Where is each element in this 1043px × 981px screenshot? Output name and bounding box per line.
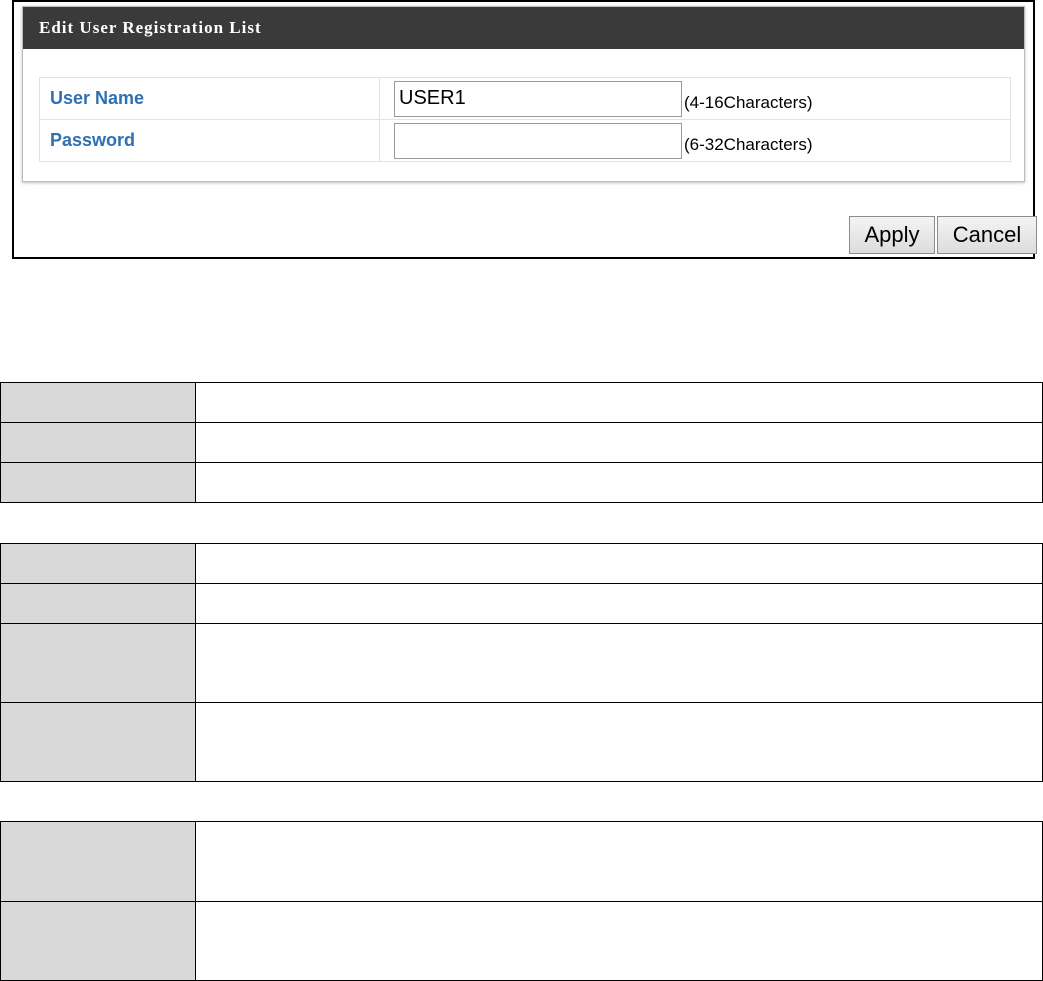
- description-value-cell: [195, 462, 1043, 503]
- description-key-cell: [0, 422, 196, 463]
- description-value-cell: [195, 623, 1043, 703]
- description-row: [0, 623, 1043, 703]
- description-value-cell: [195, 901, 1043, 981]
- apply-button[interactable]: Apply: [849, 216, 935, 254]
- user-form-table: User Name (4-16Characters) Password (6-3…: [39, 77, 1011, 162]
- password-input[interactable]: [394, 122, 682, 159]
- description-table-2: [0, 543, 1043, 782]
- description-row: [0, 543, 1043, 584]
- description-key-cell: [0, 821, 196, 902]
- description-row: [0, 422, 1043, 463]
- username-value-cell: (4-16Characters): [379, 77, 1011, 120]
- description-value-cell: [195, 422, 1043, 463]
- screenshot-frame: Edit User Registration List User Name (4…: [12, 0, 1037, 259]
- username-hint: (4-16Characters): [684, 92, 813, 112]
- password-value-cell: (6-32Characters): [379, 119, 1011, 162]
- cancel-button[interactable]: Cancel: [937, 216, 1037, 254]
- description-value-cell: [195, 821, 1043, 902]
- description-row: [0, 382, 1043, 423]
- description-key-cell: [0, 583, 196, 624]
- description-table-3: [0, 821, 1043, 981]
- description-row: [0, 583, 1043, 624]
- description-row: [0, 821, 1043, 902]
- description-row: [0, 462, 1043, 503]
- description-row: [0, 702, 1043, 782]
- username-label: User Name: [39, 77, 380, 120]
- description-table-1: [0, 382, 1043, 503]
- description-value-cell: [195, 382, 1043, 423]
- description-key-cell: [0, 543, 196, 584]
- password-hint: (6-32Characters): [684, 134, 813, 154]
- description-row: [0, 901, 1043, 981]
- description-key-cell: [0, 462, 196, 503]
- description-key-cell: [0, 702, 196, 782]
- username-row: User Name (4-16Characters): [39, 77, 1011, 120]
- panel-title: Edit User Registration List: [23, 7, 1024, 49]
- description-key-cell: [0, 382, 196, 423]
- description-value-cell: [195, 543, 1043, 584]
- password-row: Password (6-32Characters): [39, 119, 1011, 162]
- edit-user-panel: Edit User Registration List User Name (4…: [22, 6, 1025, 182]
- description-key-cell: [0, 901, 196, 981]
- password-field-wrap: (6-32Characters): [394, 122, 1010, 159]
- description-value-cell: [195, 702, 1043, 782]
- username-input[interactable]: [394, 80, 682, 117]
- description-value-cell: [195, 583, 1043, 624]
- description-key-cell: [0, 623, 196, 703]
- username-field-wrap: (4-16Characters): [394, 80, 1010, 117]
- password-label: Password: [39, 119, 380, 162]
